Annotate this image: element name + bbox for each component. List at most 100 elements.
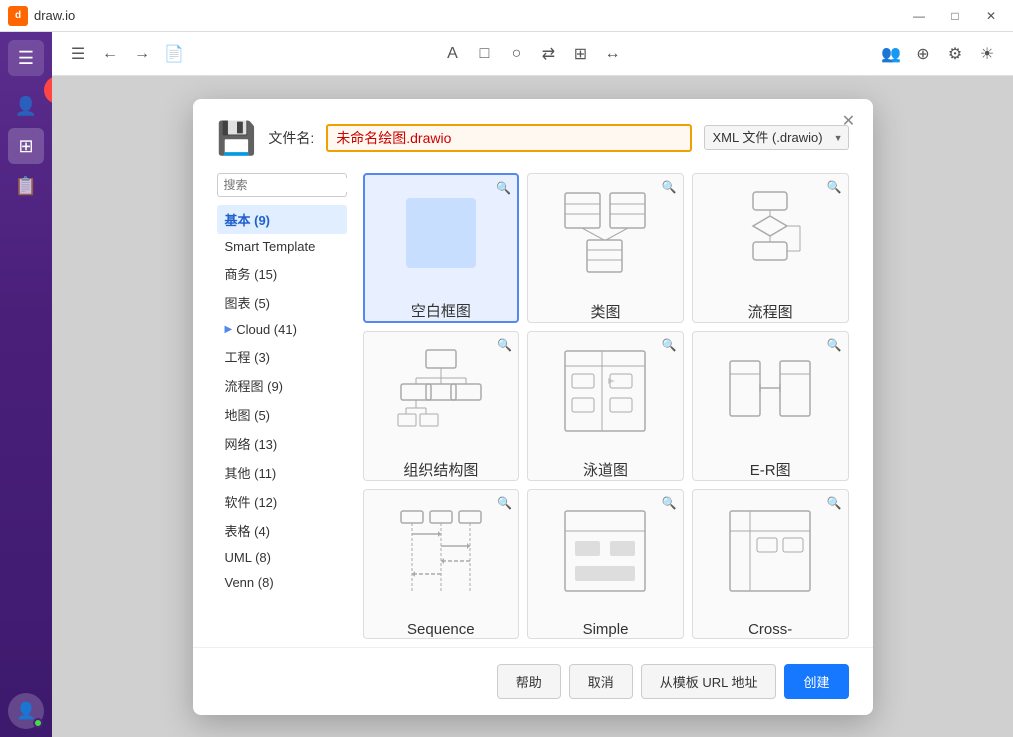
toolbar-undo-btn[interactable]: ← <box>96 40 124 68</box>
arrow-icon: ▶ <box>225 324 233 335</box>
template-grid: 🔍 空白框图 🔍 类图 🔍 <box>363 173 849 647</box>
template-card-cross[interactable]: 🔍 Cross- <box>692 489 849 639</box>
category-item-basic[interactable]: 基本 (9) <box>217 205 347 234</box>
category-item-business[interactable]: 商务 (15) <box>217 259 347 288</box>
toolbar-settings-btn[interactable]: ⚙ <box>941 40 969 68</box>
create-button[interactable]: 创建 <box>784 664 848 699</box>
right-panel: ☰ ← → 📄 A □ ○ ⇄ ⊞ ↔ 👥 ⊕ ⚙ ☀ ✕ <box>52 32 1013 737</box>
maximize-button[interactable]: □ <box>941 6 969 26</box>
template-search-icon: 🔍 <box>827 496 842 510</box>
template-card-er[interactable]: 🔍 E-R图 <box>692 331 849 481</box>
title-bar-text: draw.io <box>34 8 905 23</box>
template-search-icon: 🔍 <box>662 338 677 352</box>
toolbar-table-btn[interactable]: ⊞ <box>567 40 595 68</box>
template-preview-er <box>693 332 848 451</box>
category-list-items: 基本 (9)Smart Template商务 (15)图表 (5)▶Cloud … <box>217 205 347 595</box>
dialog-filename-row: 💾 文件名: XML 文件 (.drawio) <box>193 99 873 173</box>
template-card-sequence[interactable]: 🔍 Sequence <box>363 489 520 639</box>
category-item-uml[interactable]: UML (8) <box>217 545 347 570</box>
category-item-other[interactable]: 其他 (11) <box>217 458 347 487</box>
template-preview-class <box>528 174 683 293</box>
url-button[interactable]: 从模板 URL 地址 <box>641 664 777 699</box>
app-body: ☰ 1 👤 ⊞ 📋 👤 ☰ ← → 📄 A □ ○ ⇄ ⊞ ↔ 👥 ⊕ <box>0 32 1013 737</box>
category-item-chart[interactable]: 图表 (5) <box>217 288 347 317</box>
sidebar-top: ☰ 1 <box>8 40 44 76</box>
toolbar-menu-btn[interactable]: ☰ <box>64 40 92 68</box>
category-item-venn[interactable]: Venn (8) <box>217 570 347 595</box>
toolbar-redo-btn[interactable]: → <box>128 40 156 68</box>
template-preview-sequence <box>364 490 519 613</box>
filename-label: 文件名: <box>268 128 314 148</box>
cancel-button[interactable]: 取消 <box>569 664 633 699</box>
category-item-engineering[interactable]: 工程 (3) <box>217 342 347 371</box>
template-card-blank[interactable]: 🔍 空白框图 <box>363 173 520 323</box>
filename-input[interactable] <box>326 124 691 152</box>
sidebar: ☰ 1 👤 ⊞ 📋 👤 <box>0 32 52 737</box>
template-search-icon: 🔍 <box>497 338 512 352</box>
template-card-flowchart[interactable]: 🔍 流程图 <box>692 173 849 323</box>
template-search-icon: 🔍 <box>662 180 677 194</box>
toolbar-text-btn[interactable]: A <box>439 40 467 68</box>
template-label-org: 组织结构图 <box>403 459 478 480</box>
search-box[interactable]: 🔍 <box>217 173 347 197</box>
category-item-smart[interactable]: Smart Template <box>217 234 347 259</box>
template-search-icon: 🔍 <box>496 181 511 195</box>
user-status-dot <box>33 718 43 728</box>
title-bar-controls: — □ ✕ <box>905 6 1005 26</box>
template-label-flowchart: 流程图 <box>748 301 793 322</box>
category-list: 🔍 基本 (9)Smart Template商务 (15)图表 (5)▶Clou… <box>217 173 347 647</box>
toolbar-rect-btn[interactable]: □ <box>471 40 499 68</box>
template-preview-cross <box>693 490 848 613</box>
sidebar-item-grid[interactable]: ⊞ <box>8 128 44 164</box>
template-label-sequence: Sequence <box>407 621 475 638</box>
filetype-select[interactable]: XML 文件 (.drawio) <box>704 125 849 150</box>
template-preview-simple <box>528 490 683 613</box>
template-card-org[interactable]: 🔍 组织结构图 <box>363 331 520 481</box>
template-search-icon: 🔍 <box>827 180 842 194</box>
template-label-cross: Cross- <box>748 621 792 638</box>
toolbar-new-btn[interactable]: 📄 <box>160 40 188 68</box>
search-input[interactable] <box>224 178 379 192</box>
dialog-footer: 帮助 取消 从模板 URL 地址 创建 <box>193 647 873 715</box>
template-preview-flowchart <box>693 174 848 293</box>
toolbar-zoom-btn[interactable]: ⊕ <box>909 40 937 68</box>
sidebar-user-avatar[interactable]: 👤 <box>8 693 44 729</box>
template-label-simple: Simple <box>583 621 629 638</box>
help-button[interactable]: 帮助 <box>497 664 561 699</box>
category-item-flowchart[interactable]: 流程图 (9) <box>217 371 347 400</box>
close-button[interactable]: ✕ <box>977 6 1005 26</box>
template-card-swimlane[interactable]: 🔍 泳道图 <box>527 331 684 481</box>
toolbar-circle-btn[interactable]: ○ <box>503 40 531 68</box>
category-item-software[interactable]: 软件 (12) <box>217 487 347 516</box>
disk-icon: 💾 <box>217 119 257 157</box>
template-label-class: 类图 <box>590 301 620 322</box>
toolbar-theme-btn[interactable]: ☀ <box>973 40 1001 68</box>
main-content: ✕ 💾 文件名: XML 文件 (.drawio) <box>52 76 1013 737</box>
dialog-body: 🔍 基本 (9)Smart Template商务 (15)图表 (5)▶Clou… <box>193 173 873 647</box>
category-item-table[interactable]: 表格 (4) <box>217 516 347 545</box>
toolbar-expand-btn[interactable]: ↔ <box>599 40 627 68</box>
new-file-dialog: ✕ 💾 文件名: XML 文件 (.drawio) <box>193 99 873 715</box>
template-search-icon: 🔍 <box>662 496 677 510</box>
toolbar-connect-btn[interactable]: ⇄ <box>535 40 563 68</box>
template-label-blank: 空白框图 <box>411 300 471 321</box>
toolbar-share-btn[interactable]: 👥 <box>877 40 905 68</box>
template-preview-swimlane <box>528 332 683 451</box>
template-label-er: E-R图 <box>750 459 791 480</box>
dialog-overlay: ✕ 💾 文件名: XML 文件 (.drawio) <box>52 76 1013 737</box>
category-item-map[interactable]: 地图 (5) <box>217 400 347 429</box>
category-item-cloud[interactable]: ▶Cloud (41) <box>217 317 347 342</box>
template-card-simple[interactable]: 🔍 Simple <box>527 489 684 639</box>
category-item-network[interactable]: 网络 (13) <box>217 429 347 458</box>
filetype-select-wrapper: XML 文件 (.drawio) <box>704 125 849 150</box>
sidebar-logo: ☰ <box>8 40 44 76</box>
sidebar-item-docs[interactable]: 📋 <box>8 168 44 204</box>
template-card-class[interactable]: 🔍 类图 <box>527 173 684 323</box>
app-icon: d <box>8 6 28 26</box>
minimize-button[interactable]: — <box>905 6 933 26</box>
toolbar: ☰ ← → 📄 A □ ○ ⇄ ⊞ ↔ 👥 ⊕ ⚙ ☀ <box>52 32 1013 76</box>
title-bar: d draw.io — □ ✕ <box>0 0 1013 32</box>
sidebar-item-home[interactable]: 👤 <box>8 88 44 124</box>
template-preview-org <box>364 332 519 451</box>
template-preview-blank <box>365 175 518 292</box>
